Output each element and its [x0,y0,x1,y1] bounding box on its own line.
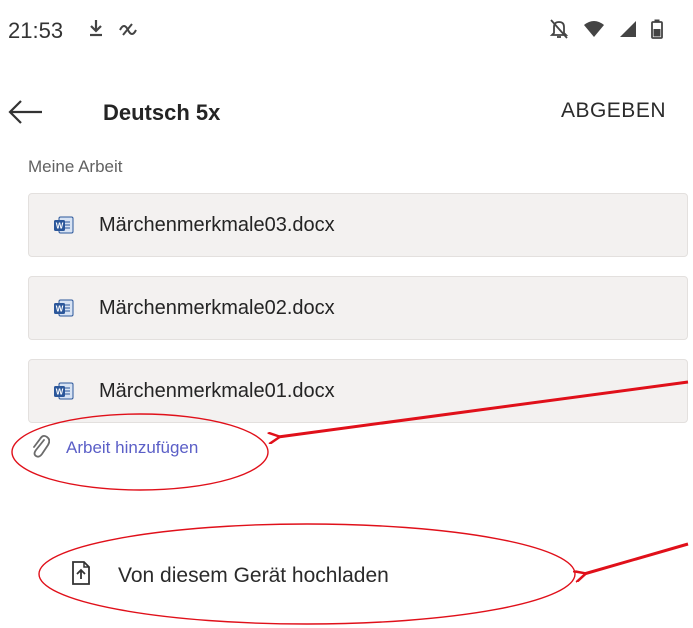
notifications-off-icon [549,18,569,46]
upload-label: Von diesem Gerät hochladen [118,563,389,587]
file-item[interactable]: W Märchenmerkmale01.docx [28,359,688,423]
paperclip-icon [30,432,51,463]
word-doc-icon: W [53,214,75,236]
file-list: W Märchenmerkmale03.docx W Märchenmerkma… [28,193,688,442]
section-label-my-work: Meine Arbeit [28,157,123,176]
wifi-icon [583,20,605,44]
file-name: Märchenmerkmale03.docx [99,213,335,236]
download-icon [88,18,104,44]
file-name: Märchenmerkmale01.docx [99,379,335,402]
word-doc-icon: W [53,380,75,402]
status-bar: 21:53 [0,0,693,70]
signal-assist-icon [118,18,138,44]
file-item[interactable]: W Märchenmerkmale02.docx [28,276,688,340]
arrow-left-icon [6,100,46,134]
svg-text:W: W [56,222,64,231]
status-icons-right [549,18,663,46]
status-icons-left [88,18,138,44]
submit-button[interactable]: ABGEBEN [561,99,666,123]
upload-file-icon [70,560,92,591]
page-title: Deutsch 5x [103,100,221,125]
upload-from-device-option[interactable]: Von diesem Gerät hochladen [70,560,389,591]
app-header: Deutsch 5x ABGEBEN [0,80,693,144]
battery-icon [651,19,663,45]
file-name: Märchenmerkmale02.docx [99,296,335,319]
file-item[interactable]: W Märchenmerkmale03.docx [28,193,688,257]
word-doc-icon: W [53,297,75,319]
back-button[interactable] [6,94,46,130]
svg-text:W: W [56,388,64,397]
cell-signal-icon [619,20,637,44]
svg-text:W: W [56,305,64,314]
annotation-arrow-upload [584,542,689,574]
status-time: 21:53 [8,18,64,43]
add-work-button[interactable]: Arbeit hinzufügen [30,432,198,463]
add-work-label: Arbeit hinzufügen [66,437,199,457]
